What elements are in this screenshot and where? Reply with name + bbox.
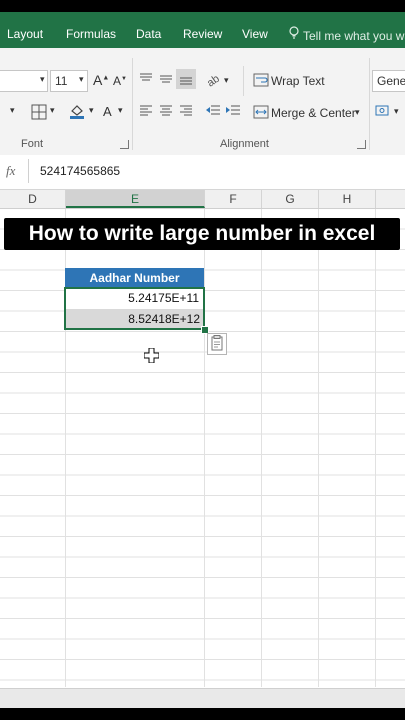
formula-input[interactable]: 524174565865 <box>40 164 120 178</box>
column-header-e[interactable]: E <box>66 190 205 208</box>
font-color-dropdown-icon[interactable]: ▾ <box>118 105 123 116</box>
align-left-icon[interactable] <box>139 105 153 117</box>
column-header-next[interactable] <box>376 190 405 208</box>
column-header-f[interactable]: F <box>205 190 262 208</box>
group-separator <box>369 58 370 150</box>
group-label-alignment: Alignment <box>220 138 269 150</box>
group-label-font: Font <box>21 138 44 150</box>
underline-dropdown-icon[interactable]: ▾ <box>10 105 15 116</box>
ribbon-home: ▾ 11 ▾ A▲ A▼ ▾ ▾ ▾ A ▾ Font ab ▾ Wrap Te… <box>0 48 405 156</box>
decrease-font-icon[interactable]: A▼ <box>113 74 127 88</box>
selection-border <box>64 287 205 330</box>
align-bottom-icon[interactable] <box>176 69 196 89</box>
align-right-icon[interactable] <box>179 105 193 117</box>
font-dialog-launcher-icon[interactable] <box>120 140 129 149</box>
table-header-cell[interactable]: Aadhar Number <box>65 268 204 288</box>
separator <box>243 66 244 96</box>
column-headers: D E F G H <box>0 190 405 209</box>
formula-bar-divider <box>28 159 29 183</box>
number-format-value: Gene <box>377 74 405 88</box>
ribbon-tab-bar: Layout Formulas Data Review View Tell me… <box>0 12 405 48</box>
tab-data[interactable]: Data <box>136 27 161 41</box>
orientation-dropdown-icon[interactable]: ▾ <box>224 75 229 86</box>
fill-color-dropdown-icon[interactable]: ▾ <box>89 105 94 116</box>
wrap-text-icon <box>253 72 269 88</box>
align-middle-icon[interactable] <box>159 72 173 86</box>
tab-layout[interactable]: Layout <box>7 27 43 41</box>
tell-me-search[interactable]: Tell me what you wa <box>289 26 405 43</box>
accounting-format-icon[interactable] <box>375 103 393 119</box>
excel-window: Layout Formulas Data Review View Tell me… <box>0 12 405 708</box>
increase-font-icon[interactable]: A▲ <box>93 72 109 88</box>
accounting-dropdown-icon[interactable]: ▾ <box>394 106 399 117</box>
paste-options-icon <box>211 335 223 351</box>
font-size-dropdown-icon[interactable]: ▾ <box>79 74 84 85</box>
align-top-icon[interactable] <box>139 72 153 86</box>
increase-indent-icon[interactable] <box>225 104 241 118</box>
column-header-g[interactable]: G <box>262 190 319 208</box>
formula-bar: fx 524174565865 <box>0 155 405 190</box>
fill-color-icon[interactable] <box>68 102 86 120</box>
merge-center-button[interactable]: Merge & Center <box>271 106 356 120</box>
paste-options-button[interactable] <box>207 333 227 355</box>
tab-review[interactable]: Review <box>183 27 222 41</box>
font-name-dropdown-icon[interactable]: ▾ <box>40 74 45 85</box>
cross-cursor-icon <box>143 347 160 368</box>
merge-dropdown-icon[interactable]: ▾ <box>355 107 360 118</box>
wrap-text-button[interactable]: Wrap Text <box>271 74 325 88</box>
group-separator <box>132 58 133 150</box>
merge-center-icon <box>253 104 269 120</box>
tab-formulas[interactable]: Formulas <box>66 27 116 41</box>
font-color-icon[interactable]: A <box>103 104 112 119</box>
column-header-h[interactable]: H <box>319 190 376 208</box>
tell-me-text: Tell me what you wa <box>303 29 405 43</box>
borders-icon[interactable] <box>31 104 47 120</box>
column-header-d[interactable]: D <box>0 190 66 208</box>
font-size-value: 11 <box>55 74 68 88</box>
alignment-dialog-launcher-icon[interactable] <box>357 140 366 149</box>
orientation-icon[interactable]: ab <box>205 71 223 87</box>
insert-function-icon[interactable]: fx <box>6 163 15 179</box>
tab-view[interactable]: View <box>242 27 268 41</box>
lightbulb-icon <box>289 26 299 43</box>
align-center-icon[interactable] <box>159 105 173 117</box>
number-format-combo[interactable]: Gene <box>372 70 405 92</box>
sheet-tab-bar <box>0 688 405 708</box>
decrease-indent-icon[interactable] <box>205 104 221 118</box>
video-title-overlay: How to write large number in excel <box>4 218 400 250</box>
borders-dropdown-icon[interactable]: ▾ <box>50 105 55 116</box>
svg-text:ab: ab <box>205 73 222 87</box>
